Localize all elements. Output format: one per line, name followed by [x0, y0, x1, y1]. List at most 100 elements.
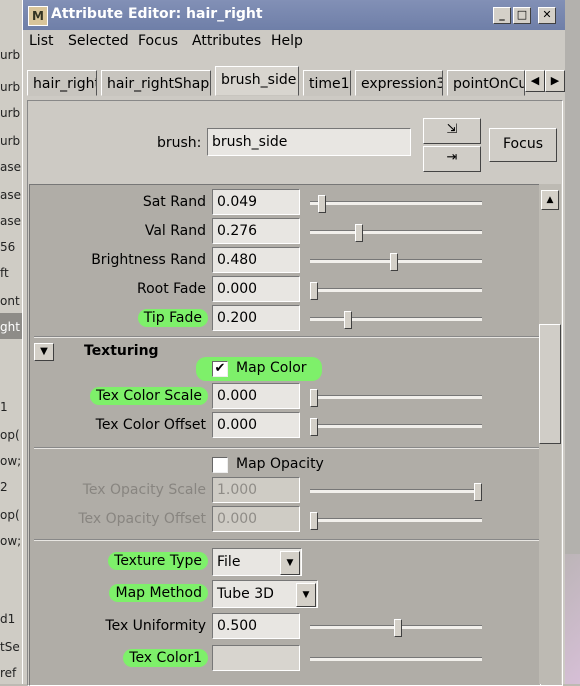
sat-rand-row: Sat Rand 0.049: [30, 189, 482, 217]
map-method-row: Map Method Tube 3D ▼: [30, 580, 318, 608]
tex-color-offset-slider[interactable]: [310, 418, 482, 436]
brush-label: brush:: [157, 135, 202, 151]
slider-thumb[interactable]: [310, 282, 318, 300]
slider-thumb[interactable]: [310, 418, 318, 436]
tex-color-scale-field[interactable]: 0.000: [212, 383, 300, 409]
dropdown-arrow-icon[interactable]: ▼: [280, 551, 300, 575]
scrollbar-thumb[interactable]: [539, 324, 561, 444]
bg-list-item: 1: [0, 400, 8, 414]
tab-time1[interactable]: time1: [303, 70, 351, 96]
slider-thumb[interactable]: [310, 512, 318, 530]
texturing-section-title: Texturing: [84, 343, 159, 359]
tex-opacity-scale-slider[interactable]: [310, 483, 482, 501]
bg-list-item: ref: [0, 666, 17, 680]
section-divider: [34, 539, 542, 541]
slider-thumb[interactable]: [355, 224, 363, 242]
tab-brush-side[interactable]: brush_side: [215, 66, 299, 96]
bg-list-item: urb: [0, 106, 21, 120]
maximize-button[interactable]: □: [513, 7, 531, 24]
bg-list-item: urb: [0, 134, 21, 148]
title-bar[interactable]: M Attribute Editor: hair_right _ □ ✕: [23, 0, 565, 30]
slider-thumb[interactable]: [394, 619, 402, 637]
tab-point-on-curve[interactable]: pointOnCu: [447, 70, 525, 96]
tab-scroll-right-icon[interactable]: ▶: [545, 70, 565, 92]
brightness-rand-label: Brightness Rand: [91, 252, 206, 268]
bg-list-item: ow;: [0, 534, 22, 548]
minimize-button[interactable]: _: [493, 7, 511, 24]
val-rand-field[interactable]: 0.276: [212, 218, 300, 244]
map-method-dropdown[interactable]: Tube 3D ▼: [212, 580, 318, 608]
bg-list-item: ont: [0, 294, 20, 308]
vertical-scrollbar[interactable]: ▲: [539, 184, 561, 684]
close-button[interactable]: ✕: [538, 7, 556, 24]
scroll-up-icon[interactable]: ▲: [541, 190, 559, 210]
dropdown-arrow-icon[interactable]: ▼: [296, 583, 316, 607]
tex-color1-slider[interactable]: [310, 657, 482, 661]
slider-thumb[interactable]: [310, 389, 318, 407]
window-title: Attribute Editor: hair_right: [51, 6, 263, 22]
tex-opacity-offset-slider[interactable]: [310, 512, 482, 530]
brush-name-field[interactable]: brush_side: [207, 128, 411, 156]
val-rand-slider[interactable]: [310, 224, 482, 242]
tab-hair-right[interactable]: hair_right: [27, 70, 97, 96]
focus-button[interactable]: Focus: [489, 128, 557, 162]
sat-rand-label: Sat Rand: [142, 194, 206, 210]
tab-expression3[interactable]: expression3: [355, 70, 443, 96]
menu-selected[interactable]: Selected: [68, 33, 129, 49]
collapse-arrow-icon[interactable]: ▼: [34, 343, 54, 361]
map-opacity-checkbox[interactable]: [212, 457, 228, 473]
tip-fade-field[interactable]: 0.200: [212, 305, 300, 331]
map-color-checkbox[interactable]: ✔: [212, 361, 228, 377]
tex-uniformity-slider[interactable]: [310, 619, 482, 637]
maya-logo-icon: M: [28, 6, 48, 26]
slider-thumb[interactable]: [474, 483, 482, 501]
tex-color-scale-slider[interactable]: [310, 389, 482, 407]
bg-list-item: urb: [0, 80, 21, 94]
tip-fade-slider[interactable]: [310, 311, 482, 329]
root-fade-slider[interactable]: [310, 282, 482, 300]
menu-attributes[interactable]: Attributes: [192, 33, 261, 49]
brightness-rand-row: Brightness Rand 0.480: [30, 247, 482, 275]
sat-rand-slider[interactable]: [310, 195, 482, 213]
tab-hair-right-shape[interactable]: hair_rightShape: [101, 70, 211, 96]
tex-color-scale-label: Tex Color Scale: [90, 387, 208, 405]
sat-rand-field[interactable]: 0.049: [212, 189, 300, 215]
map-method-value: Tube 3D: [217, 586, 274, 602]
menu-focus[interactable]: Focus: [138, 33, 178, 49]
slider-thumb[interactable]: [390, 253, 398, 271]
root-fade-field[interactable]: 0.000: [212, 276, 300, 302]
load-attributes-icon[interactable]: ⇲: [423, 118, 481, 144]
select-node-icon[interactable]: ⇥: [423, 146, 481, 172]
node-tabs: hair_right hair_rightShape brush_side ti…: [23, 66, 565, 98]
tex-color1-swatch[interactable]: [212, 645, 300, 671]
tex-color-scale-row: Tex Color Scale 0.000: [30, 383, 482, 411]
menu-help[interactable]: Help: [271, 33, 303, 49]
attribute-editor-window: M Attribute Editor: hair_right _ □ ✕ Lis…: [22, 0, 565, 686]
menu-list[interactable]: List: [29, 33, 53, 49]
map-color-label: Map Color: [236, 360, 307, 376]
slider-thumb[interactable]: [318, 195, 326, 213]
tex-color1-label: Tex Color1: [123, 649, 208, 667]
brightness-rand-field[interactable]: 0.480: [212, 247, 300, 273]
attribute-scroll-area: Sat Rand 0.049 Val Rand 0.276 Brightness…: [29, 184, 542, 686]
bg-list-item: ght: [0, 320, 20, 334]
tex-color1-row: Tex Color1: [30, 645, 482, 673]
texture-type-row: Texture Type File ▼: [30, 548, 316, 576]
bg-list-item: ase: [0, 214, 21, 228]
tex-opacity-offset-field[interactable]: 0.000: [212, 506, 300, 532]
texture-type-dropdown[interactable]: File ▼: [212, 548, 302, 576]
slider-thumb[interactable]: [344, 311, 352, 329]
tex-opacity-offset-label: Tex Opacity Offset: [78, 511, 206, 527]
tab-scroll-left-icon[interactable]: ◀: [525, 70, 545, 92]
bg-list-item: ow;: [0, 454, 22, 468]
tex-opacity-scale-field[interactable]: 1.000: [212, 477, 300, 503]
texture-type-label: Texture Type: [108, 552, 208, 570]
brightness-rand-slider[interactable]: [310, 253, 482, 271]
bg-list-item: op(: [0, 508, 20, 522]
tex-uniformity-row: Tex Uniformity 0.500: [30, 613, 482, 641]
tex-color-offset-field[interactable]: 0.000: [212, 412, 300, 438]
tex-uniformity-field[interactable]: 0.500: [212, 613, 300, 639]
val-rand-label: Val Rand: [144, 223, 206, 239]
bg-list-item: op(: [0, 428, 20, 442]
root-fade-label: Root Fade: [136, 281, 206, 297]
